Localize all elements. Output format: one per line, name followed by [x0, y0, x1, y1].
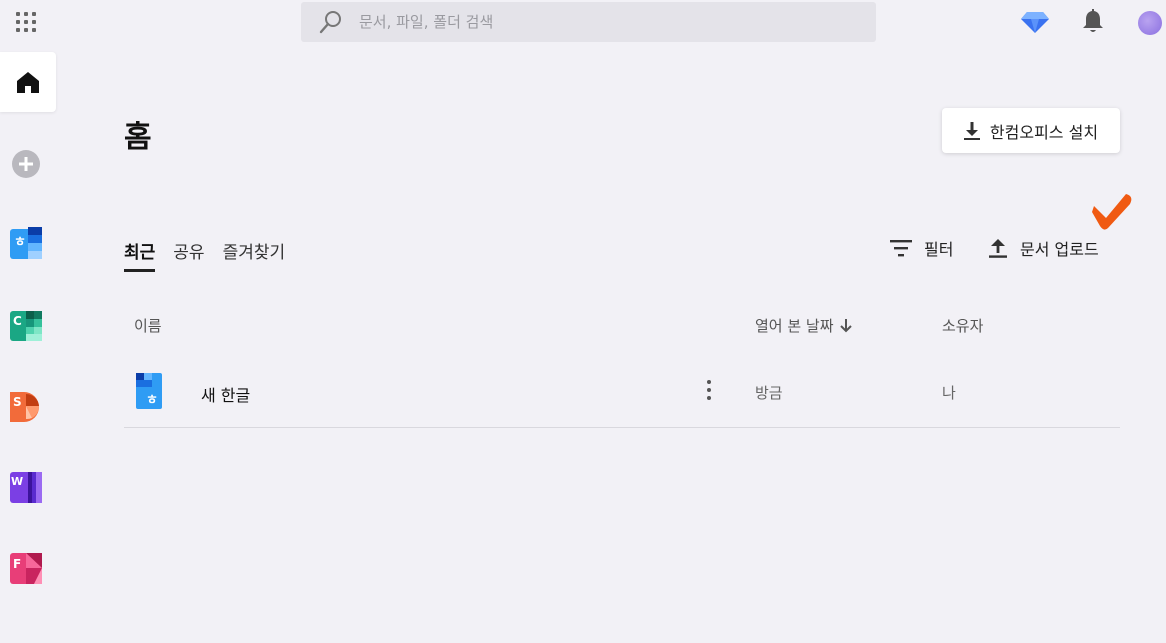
tab-recent[interactable]: 최근: [124, 238, 156, 272]
table-header: 이름 열어 본 날짜 소유자: [124, 300, 1120, 350]
filter-button[interactable]: 필터: [890, 236, 953, 260]
page-title: 홈: [124, 120, 152, 155]
arrow-down-icon: [839, 318, 852, 332]
sidebar-app-word[interactable]: W: [10, 471, 42, 503]
plus-icon: [19, 157, 33, 171]
tab-favorites[interactable]: 즐겨찾기: [223, 238, 286, 272]
column-owner[interactable]: 소유자: [942, 315, 983, 336]
app-letter: S: [13, 395, 22, 409]
sidebar-item-home[interactable]: [0, 52, 56, 112]
filter-label: 필터: [924, 240, 954, 259]
sidebar-app-hangul[interactable]: ㅎ: [10, 227, 42, 259]
sidebar-app-form[interactable]: F: [10, 552, 42, 584]
install-hancom-office-button[interactable]: 한컴오피스 설치: [942, 108, 1120, 153]
column-name[interactable]: 이름: [134, 315, 162, 336]
upload-icon: [989, 239, 1007, 258]
tab-bar: 최근 공유 즐겨찾기: [124, 238, 285, 272]
sidebar-add-button[interactable]: [12, 150, 40, 178]
column-date[interactable]: 열어 본 날짜: [755, 315, 852, 336]
search-bar[interactable]: [301, 2, 876, 42]
filter-icon: [890, 240, 912, 257]
home-icon: [17, 72, 39, 93]
more-vertical-icon[interactable]: [704, 380, 714, 400]
file-date: 방금: [755, 384, 783, 402]
app-letter: C: [13, 314, 22, 328]
tab-shared[interactable]: 공유: [173, 238, 204, 272]
diamond-icon[interactable]: [1020, 10, 1050, 34]
hangul-document-icon: ㅎ: [136, 373, 162, 409]
app-letter: ㅎ: [14, 235, 26, 250]
top-bar: [0, 0, 1166, 44]
bell-icon[interactable]: [1081, 9, 1105, 35]
install-button-label: 한컴오피스 설치: [989, 122, 1099, 142]
checkmark-icon: [1092, 194, 1132, 230]
search-icon: [319, 11, 341, 34]
app-letter: F: [13, 557, 21, 571]
file-owner: 나: [942, 384, 956, 402]
doc-letter: ㅎ: [146, 393, 158, 408]
table-row[interactable]: ㅎ 새 한글 방금 나: [124, 350, 1120, 428]
document-table: 이름 열어 본 날짜 소유자 ㅎ 새 한글 방금 나: [124, 300, 1120, 428]
file-name[interactable]: 새 한글: [201, 382, 250, 406]
user-avatar[interactable]: [1138, 11, 1162, 35]
apps-grid-icon[interactable]: [16, 12, 38, 34]
sidebar-app-cell[interactable]: C: [10, 309, 42, 341]
column-date-label: 열어 본 날짜: [755, 317, 834, 335]
upload-document-button[interactable]: 문서 업로드: [988, 236, 1099, 260]
sidebar-app-show[interactable]: S: [10, 390, 42, 422]
app-letter: W: [11, 475, 23, 488]
download-icon: [963, 121, 980, 140]
search-input[interactable]: [359, 13, 839, 31]
upload-label: 문서 업로드: [1020, 240, 1099, 259]
